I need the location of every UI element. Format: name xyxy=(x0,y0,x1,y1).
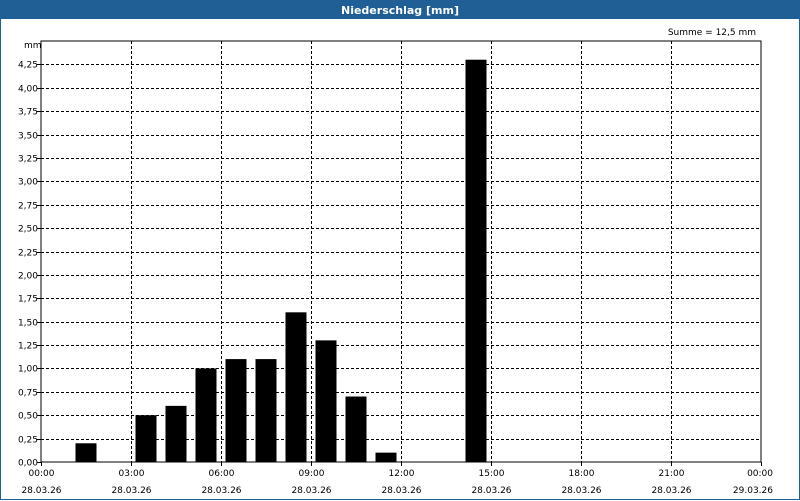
x-tick-date-label: 28.03.26 xyxy=(291,486,331,496)
y-tick-label: 3,25 xyxy=(18,155,38,165)
precipitation-chart: 0,00 0,25 0,50 0,75 1,00 1,25 1,50 1,75 2,00 2,25… xyxy=(18,28,773,496)
x-tick-time-label: 06:00 xyxy=(209,469,235,479)
bar xyxy=(315,340,337,462)
bar xyxy=(255,359,277,462)
y-tick-label: 1,75 xyxy=(18,295,38,305)
y-tick-label: 2,00 xyxy=(18,272,38,282)
bar xyxy=(345,396,367,462)
y-tick-label: 2,25 xyxy=(18,249,38,259)
sum-annotation: Summe = 12,5 mm xyxy=(668,28,756,38)
y-tick-label: 1,00 xyxy=(18,365,38,375)
y-tick-label: 0,25 xyxy=(18,436,38,446)
bar xyxy=(75,443,97,462)
y-tick-label: 0,00 xyxy=(18,459,38,469)
y-tick-label: 1,50 xyxy=(18,319,38,329)
bar xyxy=(195,368,217,462)
bar xyxy=(285,312,307,462)
y-tick-label: 3,50 xyxy=(18,132,38,142)
bar xyxy=(135,415,157,462)
y-tick-label: 3,75 xyxy=(18,108,38,118)
y-axis-label: mm xyxy=(24,41,42,51)
y-tick-label: 2,75 xyxy=(18,202,38,212)
x-tick-time-label: 15:00 xyxy=(479,469,505,479)
y-tick-label: 2,50 xyxy=(18,225,38,235)
x-tick-date-label: 28.03.26 xyxy=(651,486,691,496)
bar xyxy=(465,59,487,462)
bar xyxy=(375,452,397,462)
x-tick-date-label: 28.03.26 xyxy=(561,486,601,496)
bar xyxy=(165,405,187,462)
x-tick-time-label: 00:00 xyxy=(29,469,55,479)
x-tick-date-label: 28.03.26 xyxy=(21,486,61,496)
x-tick-time-label: 03:00 xyxy=(119,469,145,479)
y-tick-label: 0,75 xyxy=(18,389,38,399)
y-tick-label: 0,50 xyxy=(18,412,38,422)
x-tick-time-label: 12:00 xyxy=(389,469,415,479)
x-tick-date-label: 28.03.26 xyxy=(201,486,241,496)
bar xyxy=(225,359,247,462)
y-tick-label: 1,25 xyxy=(18,342,38,352)
y-tick-label: 4,00 xyxy=(18,85,38,95)
x-tick-time-label: 21:00 xyxy=(659,469,685,479)
x-tick-time-label: 09:00 xyxy=(299,469,325,479)
y-tick-label: 4,25 xyxy=(18,61,38,71)
y-tick-label: 3,00 xyxy=(18,178,38,188)
x-tick-date-label: 28.03.26 xyxy=(381,486,421,496)
x-tick-time-label: 18:00 xyxy=(569,469,595,479)
x-tick-date-label: 28.03.26 xyxy=(111,486,151,496)
x-tick-date-label: 29.03.26 xyxy=(733,486,773,496)
x-tick-time-label: 00:00 xyxy=(747,469,773,479)
x-tick-date-label: 28.03.26 xyxy=(471,486,511,496)
chart-window: Niederschlag [mm] 0,00 0,25 0,50 0,75 1,00 1,… xyxy=(0,0,800,500)
